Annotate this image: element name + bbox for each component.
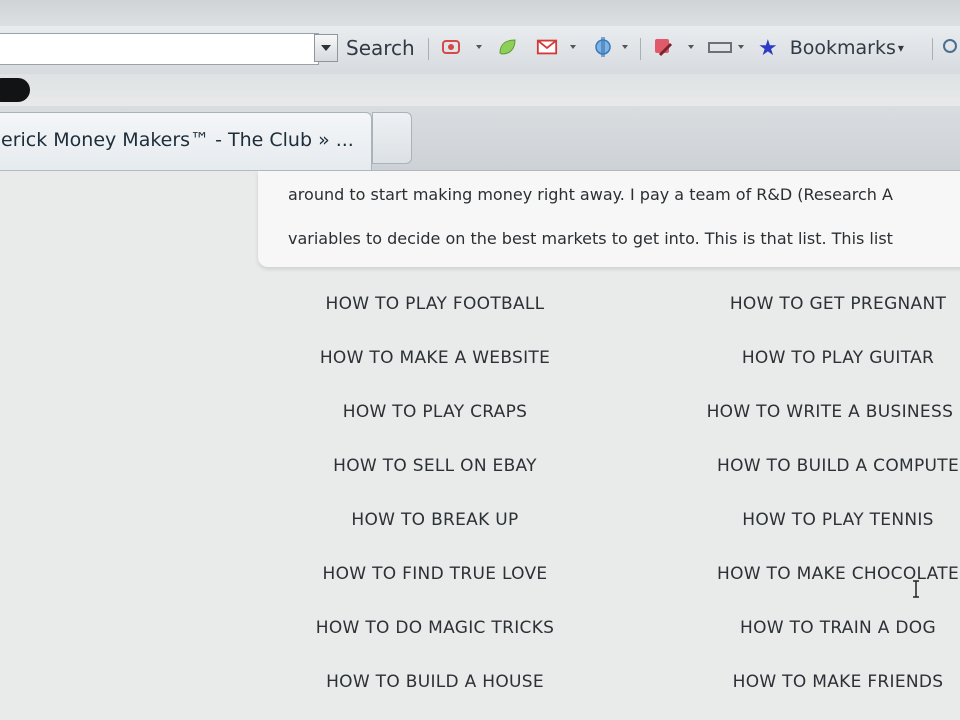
navigation-pill[interactable]: [0, 78, 30, 102]
tab-title: erick Money Makers™ - The Club » ...: [1, 129, 354, 151]
list-right-column: HOW TO GET PREGNANT HOW TO PLAY GUITAR H…: [640, 289, 960, 720]
list-item[interactable]: HOW TO PLAY GUITAR: [640, 343, 960, 397]
intro-box: around to start making money right away.…: [258, 171, 960, 267]
title-strip: [0, 0, 960, 27]
search-input[interactable]: [0, 33, 319, 65]
list-item[interactable]: HOW TO PLAY CRAPS: [235, 397, 635, 451]
toolbar-separator: [428, 38, 429, 60]
list-item[interactable]: HOW TO FIND TRUE LOVE: [235, 559, 635, 613]
text-cursor-icon: [913, 580, 919, 598]
list-item[interactable]: HOW TO SELL ON EBAY: [235, 451, 635, 505]
toolbar-separator: [640, 38, 641, 60]
toolbar: Search ★ Bookmarks ▾: [0, 26, 960, 75]
intro-line-1: around to start making money right away.…: [288, 185, 893, 204]
bookmarks-label: Bookmarks: [789, 37, 896, 59]
list-item[interactable]: HOW TO WRITE A BUSINESS P: [640, 397, 960, 451]
list-item[interactable]: HOW TO BUILD A HOUSE: [235, 667, 635, 720]
search-button[interactable]: Search: [346, 34, 415, 62]
nav-bar: [0, 74, 960, 106]
dropdown-arrow-icon[interactable]: [688, 45, 694, 49]
search-dropdown-button[interactable]: [314, 34, 338, 62]
toolbar-separator: [932, 38, 933, 60]
list-item[interactable]: HOW TO MAKE A WEBSITE: [235, 343, 635, 397]
list-item[interactable]: HOW TO MAKE FRIENDS: [640, 667, 960, 720]
intro-line-2: variables to decide on the best markets …: [288, 229, 893, 248]
leaf-icon[interactable]: [496, 36, 518, 58]
window-icon[interactable]: [706, 36, 736, 58]
search-icon[interactable]: [940, 36, 960, 58]
dropdown-arrow-icon[interactable]: [476, 45, 482, 49]
list-item[interactable]: HOW TO DO MAGIC TRICKS: [235, 613, 635, 667]
mail-icon[interactable]: [536, 36, 558, 58]
dropdown-arrow-icon[interactable]: [622, 45, 628, 49]
page-content: around to start making money right away.…: [0, 171, 960, 720]
list-item[interactable]: HOW TO GET PREGNANT: [640, 289, 960, 343]
list-item[interactable]: HOW TO BUILD A COMPUTE: [640, 451, 960, 505]
list-item[interactable]: HOW TO PLAY TENNIS: [640, 505, 960, 559]
new-tab-button[interactable]: [372, 112, 412, 164]
star-icon: ★: [758, 35, 778, 61]
puzzle-icon[interactable]: [592, 36, 614, 58]
browser-window: Search ★ Bookmarks ▾ erick Money Makers™…: [0, 0, 960, 720]
bookmarks-button[interactable]: ★ Bookmarks ▾: [758, 34, 904, 62]
gear-like-icon[interactable]: [440, 36, 462, 58]
list-item[interactable]: HOW TO PLAY FOOTBALL: [235, 289, 635, 343]
chevron-down-icon: [321, 45, 331, 51]
tab-active[interactable]: erick Money Makers™ - The Club » ...: [0, 112, 372, 170]
list-left-column: HOW TO PLAY FOOTBALL HOW TO MAKE A WEBSI…: [235, 289, 635, 720]
dropdown-arrow-icon[interactable]: [570, 45, 576, 49]
list-item[interactable]: HOW TO BREAK UP: [235, 505, 635, 559]
dropdown-arrow-icon[interactable]: [738, 45, 744, 49]
pencil-icon[interactable]: [652, 36, 674, 58]
chevron-down-icon: ▾: [897, 41, 904, 55]
tab-strip: erick Money Makers™ - The Club » ...: [0, 106, 960, 171]
list-item[interactable]: HOW TO TRAIN A DOG: [640, 613, 960, 667]
